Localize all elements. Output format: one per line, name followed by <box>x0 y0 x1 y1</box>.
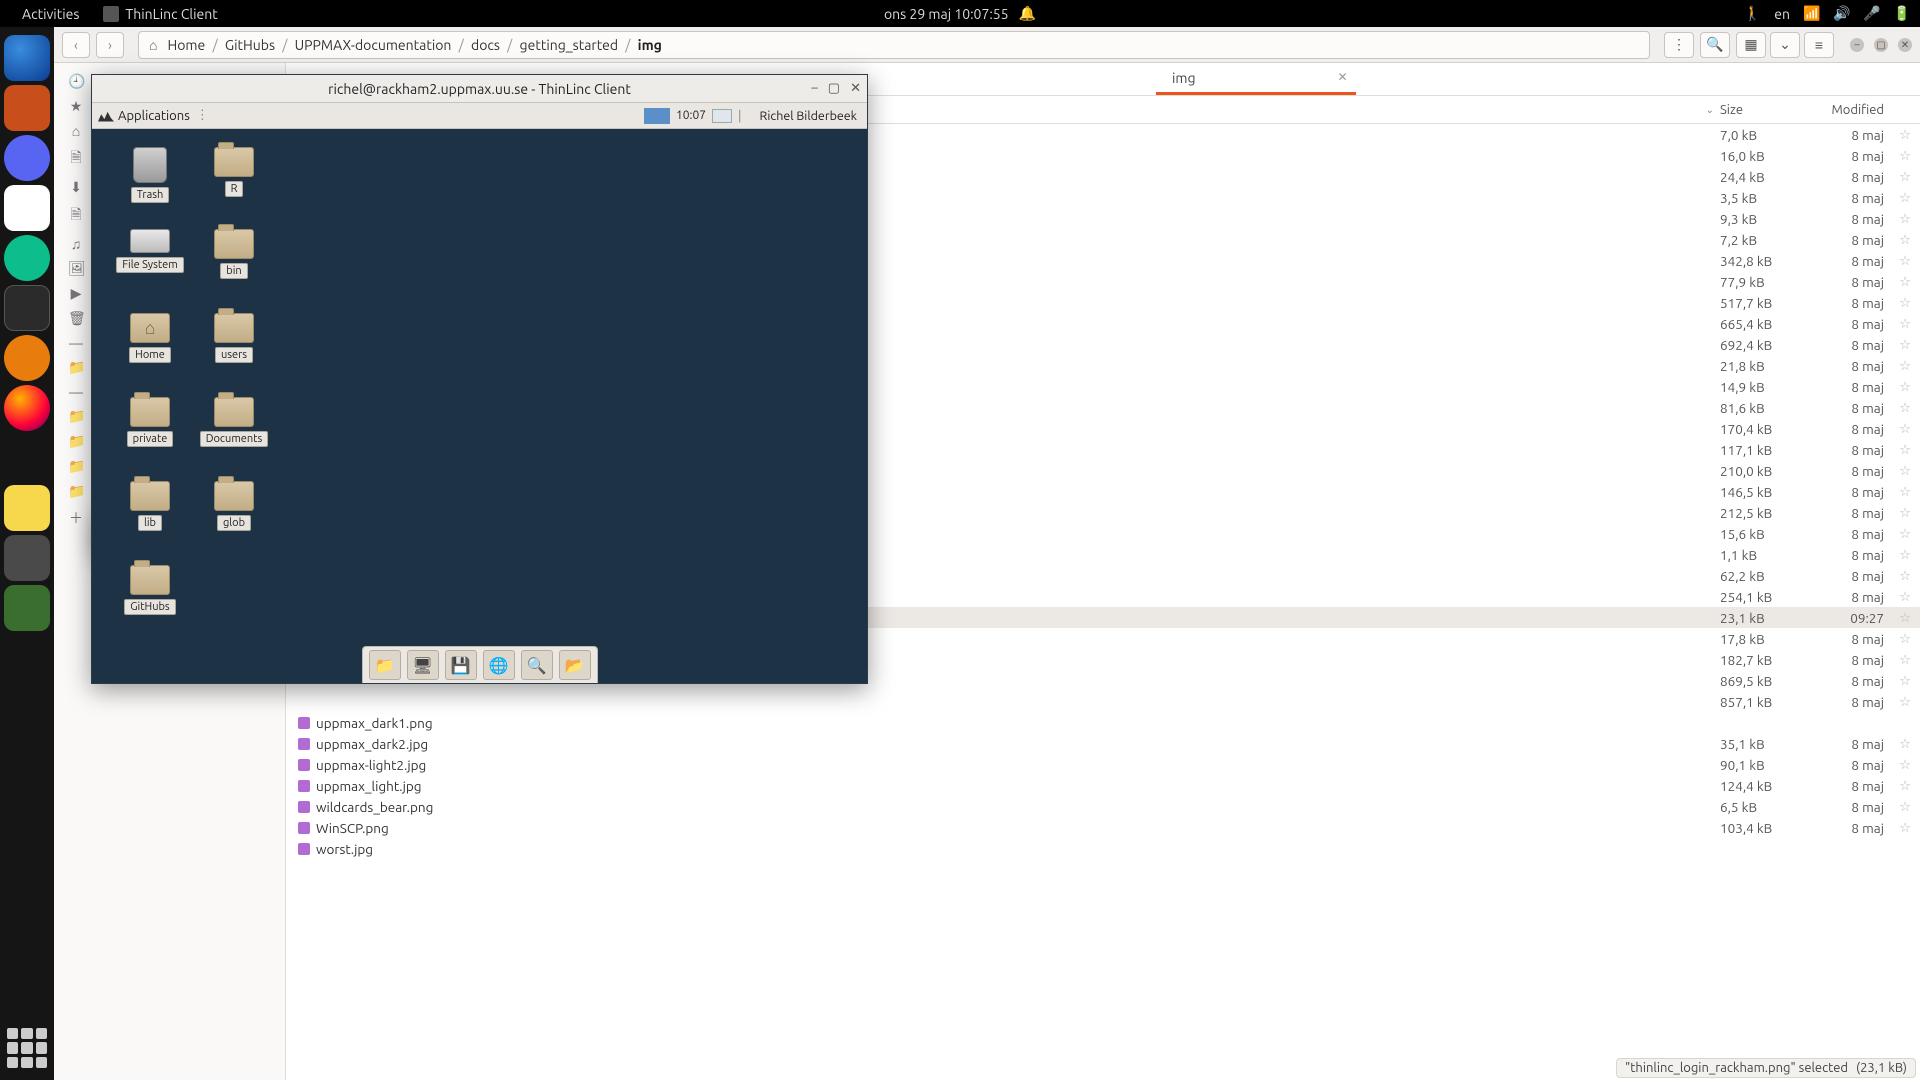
image-file-icon <box>298 759 310 771</box>
applications-menu[interactable]: Applications <box>98 109 190 123</box>
breadcrumb[interactable]: ⌂ Home / GitHubs / UPPMAX-documentation … <box>138 31 1650 59</box>
xfce-panel: Applications ⋮ 10:07 | Richel Bilderbeek <box>92 103 867 129</box>
home-icon: ⌂ <box>149 37 157 53</box>
table-row[interactable]: uppmax_dark1.png <box>286 712 1920 733</box>
desktop-icon-r[interactable]: R <box>194 147 274 197</box>
table-row[interactable]: uppmax_light.jpg124,4 kB8 maj☆ <box>286 775 1920 796</box>
view-options-button[interactable]: ⌄ <box>1770 32 1800 58</box>
col-size[interactable]: Size <box>1720 103 1810 117</box>
dock-blender[interactable] <box>4 335 50 381</box>
image-file-icon <box>298 717 310 729</box>
nautilus-headerbar: ‹ › ⌂ Home / GitHubs / UPPMAX-documentat… <box>54 27 1920 63</box>
panel-datetime[interactable]: ons 29 maj 10:07:55 <box>884 6 1009 22</box>
crumb-img[interactable]: img <box>634 35 666 55</box>
dock-launcher-5[interactable]: 📂 <box>559 650 591 680</box>
table-row[interactable]: uppmax_dark2.jpg35,1 kB8 maj☆ <box>286 733 1920 754</box>
gnome-top-panel: Activities ThinLinc Client ons 29 maj 10… <box>0 0 1920 27</box>
desktop-icon-lib[interactable]: lib <box>110 481 190 531</box>
close-button[interactable]: ✕ <box>1898 38 1912 52</box>
dock-terminal[interactable] <box>4 285 50 331</box>
status-bar: "thinlinc_login_rackham.png" selected (2… <box>1616 1058 1916 1078</box>
dock-firefox[interactable] <box>4 385 50 431</box>
activities-button[interactable]: Activities <box>10 6 91 22</box>
dock-trash[interactable] <box>4 585 50 631</box>
notification-icon[interactable]: 🔔 <box>1019 5 1036 22</box>
tab-img[interactable]: img ✕ <box>1156 64 1356 95</box>
remote-desktop[interactable]: 📁🖥💾🌐🔍📂 TrashRFile SystembinHomeuserspriv… <box>92 129 867 683</box>
thinlinc-titlebar[interactable]: richel@rackham2.uppmax.uu.se - ThinLinc … <box>92 75 867 103</box>
table-row[interactable]: WinSCP.png103,4 kB8 maj☆ <box>286 817 1920 838</box>
dock-thunderbird[interactable] <box>4 35 50 81</box>
dock-discord[interactable] <box>4 135 50 181</box>
dock-launcher-4[interactable]: 🔍 <box>521 650 553 680</box>
nav-back-button[interactable]: ‹ <box>62 32 90 58</box>
panel-separator-icon: ⋮ <box>196 108 209 123</box>
tl-minimize-button[interactable]: – <box>811 81 817 96</box>
hamburger-menu-button[interactable]: ≡ <box>1804 32 1834 58</box>
app-menu-label: ThinLinc Client <box>125 6 217 22</box>
image-file-icon <box>298 738 310 750</box>
panel-clock[interactable]: 10:07 <box>676 109 706 122</box>
dock-element[interactable] <box>4 235 50 281</box>
dock-music[interactable] <box>4 535 50 581</box>
nav-forward-button[interactable]: › <box>96 32 124 58</box>
xfce-logo-icon <box>98 110 114 122</box>
show-applications[interactable] <box>7 1028 47 1068</box>
table-row[interactable]: uppmax-light2.jpg90,1 kB8 maj☆ <box>286 754 1920 775</box>
maximize-button[interactable]: ▢ <box>1874 38 1888 52</box>
tl-maximize-button[interactable]: ▢ <box>828 81 840 96</box>
crumb-githubs[interactable]: GitHubs <box>221 35 279 55</box>
crumb-getting_started[interactable]: getting_started <box>516 35 623 55</box>
network-icon[interactable] <box>712 109 732 123</box>
dock-slack[interactable] <box>4 185 50 231</box>
ubuntu-dock <box>0 27 54 1080</box>
minimize-button[interactable]: – <box>1850 38 1864 52</box>
thinlinc-window: richel@rackham2.uppmax.uu.se - ThinLinc … <box>91 74 868 684</box>
image-file-icon <box>298 801 310 813</box>
image-file-icon <box>298 843 310 855</box>
tl-close-button[interactable]: ✕ <box>850 81 861 96</box>
wifi-icon[interactable]: 📶 <box>1804 6 1820 22</box>
thinlinc-icon <box>103 6 119 22</box>
desktop-icon-file-system[interactable]: File System <box>110 229 190 273</box>
search-button[interactable]: 🔍 <box>1700 32 1730 58</box>
desktop-icon-home[interactable]: Home <box>110 313 190 363</box>
mic-icon[interactable]: 🎤 <box>1864 6 1880 22</box>
panel-username[interactable]: Richel Bilderbeek <box>760 109 857 123</box>
volume-icon[interactable]: 🔊 <box>1834 6 1850 22</box>
desktop-icon-trash[interactable]: Trash <box>110 147 190 203</box>
desktop-icon-private[interactable]: private <box>110 397 190 447</box>
workspace-indicator[interactable] <box>644 108 670 124</box>
dock-files[interactable] <box>4 85 50 131</box>
tab-close-icon[interactable]: ✕ <box>1337 70 1347 84</box>
table-row[interactable]: worst.jpg <box>286 838 1920 859</box>
dock-launcher-2[interactable]: 💾 <box>445 650 477 680</box>
crumb-home[interactable]: Home <box>163 35 209 55</box>
crumb-docs[interactable]: docs <box>467 35 504 55</box>
dock-launcher-0[interactable]: 📁 <box>369 650 401 680</box>
crumb-uppmax-documentation[interactable]: UPPMAX-documentation <box>291 35 456 55</box>
image-file-icon <box>298 780 310 792</box>
desktop-icon-users[interactable]: users <box>194 313 274 363</box>
col-modified[interactable]: Modified <box>1810 103 1890 117</box>
dock-launcher-3[interactable]: 🌐 <box>483 650 515 680</box>
battery-icon[interactable]: 🔋 <box>1894 6 1910 22</box>
desktop-icon-githubs[interactable]: GitHubs <box>110 565 190 615</box>
desktop-icon-documents[interactable]: Documents <box>194 397 274 447</box>
input-lang[interactable]: en <box>1774 6 1790 22</box>
xfce-dock: 📁🖥💾🌐🔍📂 <box>362 646 598 683</box>
dock-notes[interactable] <box>4 485 50 531</box>
app-menu[interactable]: ThinLinc Client <box>91 6 229 22</box>
image-file-icon <box>298 822 310 834</box>
path-menu-button[interactable]: ⋮ <box>1664 32 1694 58</box>
desktop-icon-bin[interactable]: bin <box>194 229 274 279</box>
desktop-icon-glob[interactable]: glob <box>194 481 274 531</box>
accessibility-icon[interactable]: 🚶 <box>1744 6 1760 22</box>
dock-launcher-1[interactable]: 🖥 <box>407 650 439 680</box>
view-grid-button[interactable]: ▦ <box>1736 32 1766 58</box>
table-row[interactable]: 857,1 kB8 maj☆ <box>286 691 1920 712</box>
table-row[interactable]: wildcards_bear.png6,5 kB8 maj☆ <box>286 796 1920 817</box>
